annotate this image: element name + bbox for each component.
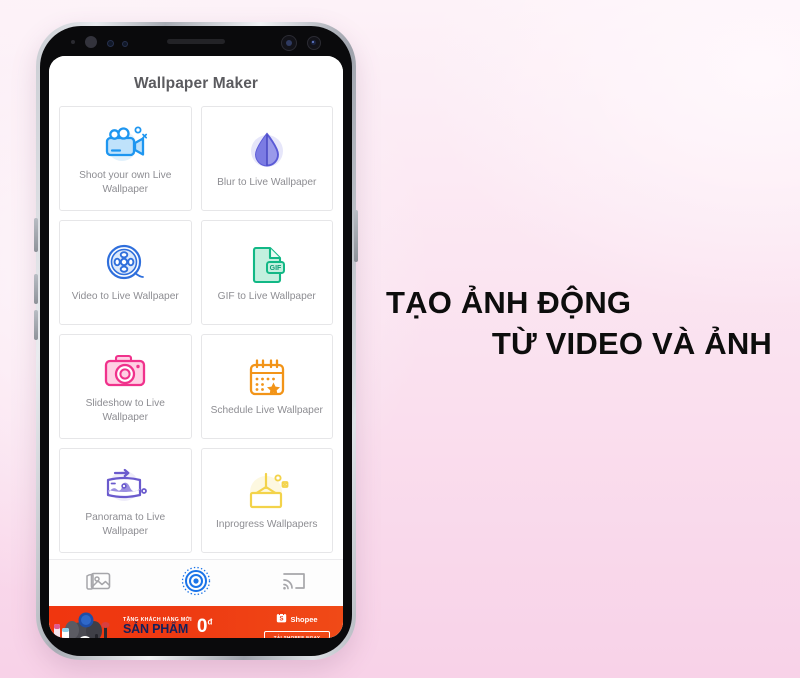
ad-price-currency: đ [207,617,213,627]
ir-sensor-icon [107,40,114,47]
feature-grid: Shoot your own Live Wallpaper Blur to Li… [49,106,343,559]
card-label: Blur to Live Wallpaper [217,176,317,188]
proximity-sensor-icon [71,40,75,44]
iris-scanner-icon [281,35,297,51]
gif-file-icon: GIF [246,242,288,286]
phone-bezel: Wallpaper Maker Shoot your own Live Wall… [40,26,352,656]
bottom-navigation-bar [49,559,343,606]
phone-screen: Wallpaper Maker Shoot your own Live Wall… [49,56,343,638]
card-slideshow-to-live-wallpaper[interactable]: Slideshow to Live Wallpaper [59,334,192,439]
nav-item-gallery[interactable] [68,563,128,603]
ad-brand: S Shopee [276,610,318,628]
svg-text:S: S [280,617,284,623]
phone-mockup: Wallpaper Maker Shoot your own Live Wall… [34,22,358,660]
ad-brand-block: S Shopee TẢI SHOPEE NGAY [255,610,343,638]
card-label: Shoot your own Live Wallpaper [79,170,172,195]
gallery-icon [84,569,112,598]
nav-item-cast[interactable] [264,563,324,603]
photo-camera-icon [102,349,148,393]
headline-line-1: TẠO ẢNH ĐỘNG [386,285,632,320]
card-label: Video to Live Wallpaper [71,290,179,302]
ad-headline-large: SẢN PHẨM [123,622,189,637]
water-droplet-icon [245,128,289,172]
card-label: Inprogress Wallpapers [215,518,318,530]
nav-item-live-wallpaper[interactable] [166,563,226,603]
ad-price: 0đ [197,617,212,636]
ad-price-value: 0 [196,616,208,637]
app-root: Wallpaper Maker Shoot your own Live Wall… [49,56,343,638]
phone-power-button[interactable] [354,210,358,262]
card-label: Panorama to Live Wallpaper [85,512,166,537]
calendar-star-icon [246,356,288,400]
card-label: Slideshow to Live Wallpaper [85,398,165,423]
page-title: Wallpaper Maker [133,75,259,92]
cast-icon [280,569,308,598]
hanging-sign-icon [243,470,291,514]
front-camera-icon [307,36,321,50]
phone-volume-down-button[interactable] [34,274,38,304]
target-radar-icon [181,566,211,601]
card-schedule-live-wallpaper[interactable]: Schedule Live Wallpaper [200,334,333,439]
ad-product-image [49,606,123,638]
card-video-to-live-wallpaper[interactable]: Video to Live Wallpaper [59,220,192,325]
shopee-bag-icon: S [276,610,287,628]
card-blur-to-live-wallpaper[interactable]: Blur to Live Wallpaper [200,106,333,211]
light-sensor-icon [122,41,128,47]
marketing-headline: TẠO ẢNH ĐỘNG TỪ VIDEO VÀ ẢNH [386,282,778,364]
phone-volume-up-button[interactable] [34,310,38,340]
card-gif-to-live-wallpaper[interactable]: GIF GIF to Live Wallpaper [200,220,333,325]
film-reel-icon [103,242,147,286]
svg-text:GIF: GIF [269,265,281,272]
phone-top-bezel [49,26,343,56]
panorama-arrow-icon [100,463,150,507]
ad-copy: TẶNG KHÁCH HÀNG MỚI SẢN PHẨM 0đ [123,617,255,636]
ad-cta-button[interactable]: TẢI SHOPEE NGAY [263,631,331,638]
card-inprogress-wallpapers[interactable]: Inprogress Wallpapers [200,448,333,553]
card-shoot-your-own-live-wallpaper[interactable]: Shoot your own Live Wallpaper [59,106,192,211]
earpiece-sensor-icon [85,36,97,48]
card-panorama-to-live-wallpaper[interactable]: Panorama to Live Wallpaper [59,448,192,553]
card-label: Schedule Live Wallpaper [210,404,323,416]
headline-line-2: TỪ VIDEO VÀ ẢNH [491,326,772,362]
ad-banner[interactable]: TẶNG KHÁCH HÀNG MỚI SẢN PHẨM 0đ S Shopee… [49,606,343,638]
video-camera-icon [100,121,150,165]
phone-bixby-button[interactable] [34,218,38,252]
ad-brand-name: Shopee [290,614,318,624]
card-label: GIF to Live Wallpaper [217,290,316,302]
earpiece-speaker-icon [167,39,225,44]
